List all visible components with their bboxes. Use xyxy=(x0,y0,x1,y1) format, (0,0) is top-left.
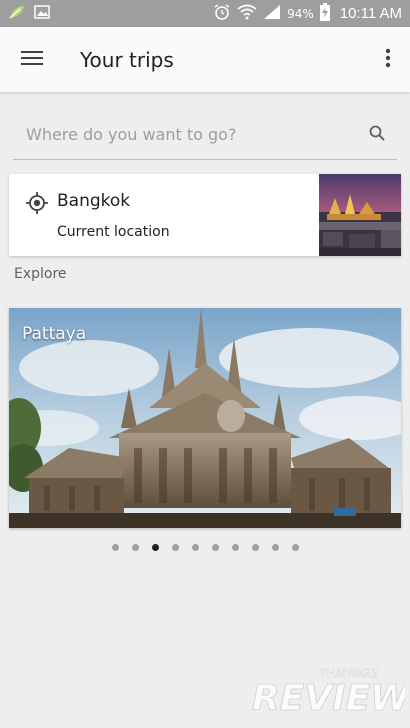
location-city: Bangkok xyxy=(57,191,131,211)
search-button[interactable] xyxy=(357,115,397,155)
alarm-icon xyxy=(213,3,231,25)
explore-heading: Explore xyxy=(14,266,67,282)
app-bar: Your trips xyxy=(0,27,410,92)
thaiware-review-watermark: THAIWARE REVIEW xyxy=(250,655,410,721)
pager-dot[interactable] xyxy=(191,544,199,551)
location-subtitle: Current location xyxy=(57,224,170,240)
menu-button[interactable] xyxy=(0,27,64,92)
explore-card[interactable]: Pattaya xyxy=(9,308,401,528)
explore-card-city: Pattaya xyxy=(22,324,87,344)
location-info: Bangkok Current location xyxy=(9,174,319,256)
pager-dot[interactable] xyxy=(231,544,239,551)
gallery-icon xyxy=(34,4,50,24)
pager-dot[interactable] xyxy=(171,544,179,551)
more-vert-icon xyxy=(385,48,391,72)
pager-dot[interactable] xyxy=(151,544,159,551)
pager-dots xyxy=(0,544,410,551)
my-location-icon xyxy=(25,191,49,215)
signal-icon xyxy=(263,4,281,24)
status-bar: 94% 10:11 AM xyxy=(0,0,410,27)
current-location-card[interactable]: Bangkok Current location xyxy=(9,174,401,256)
pager-dot[interactable] xyxy=(251,544,259,551)
pager-dot[interactable] xyxy=(111,544,119,551)
pager-dot[interactable] xyxy=(211,544,219,551)
pager-dot[interactable] xyxy=(291,544,299,551)
battery-charging-icon xyxy=(319,2,330,25)
wifi-icon xyxy=(237,4,257,24)
svg-text:REVIEW: REVIEW xyxy=(252,678,405,719)
search-input[interactable] xyxy=(13,114,357,155)
bangkok-thumbnail-image xyxy=(319,174,401,256)
more-options-button[interactable] xyxy=(366,27,410,92)
menu-icon xyxy=(21,50,43,70)
notification-leaf-icon xyxy=(8,4,26,24)
search-bar xyxy=(13,110,397,160)
clock: 10:11 AM xyxy=(339,5,402,22)
battery-percent: 94% xyxy=(287,6,314,21)
pager-dot[interactable] xyxy=(131,544,139,551)
page-title: Your trips xyxy=(80,47,174,72)
search-icon xyxy=(369,125,385,145)
pager-dot[interactable] xyxy=(271,544,279,551)
